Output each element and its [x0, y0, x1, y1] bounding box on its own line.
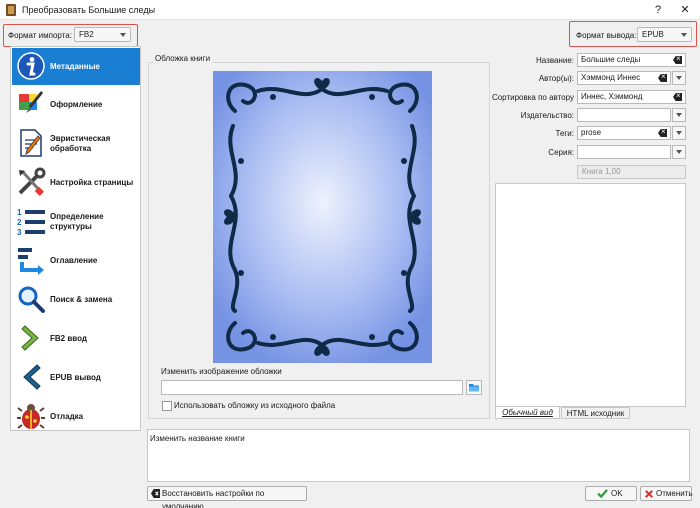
- paintbrush-icon: [19, 91, 44, 113]
- close-icon: [645, 490, 653, 498]
- import-format-value: FB2: [79, 30, 94, 39]
- series-index-value: Книга 1,00: [582, 167, 621, 176]
- chevron-down-icon: [681, 33, 687, 37]
- sidebar-item-metadata[interactable]: Метаданные: [12, 48, 140, 85]
- toc-icon: [18, 248, 44, 275]
- arrow-right-icon: [21, 325, 39, 351]
- svg-text:2: 2: [17, 218, 22, 227]
- book-cover-image[interactable]: [213, 71, 432, 363]
- sidebar-item-label: Метаданные: [50, 61, 100, 71]
- bug-icon: [17, 404, 45, 429]
- title-value: Большие следы: [581, 55, 641, 64]
- output-format-select[interactable]: EPUB: [637, 27, 692, 42]
- series-label: Серия:: [548, 148, 574, 157]
- cancel-button[interactable]: Отменить: [640, 486, 693, 501]
- author-sort-label: Сортировка по автору: [491, 93, 574, 102]
- settings-sidebar: Метаданные Оформление Эвристическая обра…: [10, 46, 141, 431]
- browse-cover-button[interactable]: [466, 380, 482, 395]
- sidebar-item-look-and-feel[interactable]: Оформление: [12, 86, 140, 123]
- sidebar-item-label: Отладка: [50, 411, 84, 421]
- sidebar-item-heuristics[interactable]: Эвристическая обработка: [12, 125, 140, 162]
- output-format-value: EPUB: [642, 30, 664, 39]
- clear-icon[interactable]: [658, 74, 667, 82]
- cover-caption: Обложка книги: [153, 54, 213, 63]
- info-icon: [17, 52, 45, 80]
- title-bar: Преобразовать Большие следы ? ✕: [0, 0, 700, 20]
- app-book-icon: [6, 4, 16, 16]
- svg-text:1: 1: [17, 208, 22, 217]
- clear-icon[interactable]: [673, 93, 682, 101]
- cover-path-input[interactable]: [161, 380, 463, 395]
- sidebar-item-search-replace[interactable]: Поиск & замена: [12, 281, 140, 318]
- clear-icon[interactable]: [658, 129, 667, 137]
- checkmark-icon: [597, 489, 608, 498]
- series-field[interactable]: [577, 145, 671, 159]
- authors-field[interactable]: Хэммонд Иннес: [577, 71, 671, 85]
- clear-icon: [151, 489, 160, 498]
- author-sort-field[interactable]: Иннес, Хэммонд: [577, 90, 686, 104]
- authors-value: Хэммонд Иннес: [581, 73, 641, 82]
- comments-editor[interactable]: [495, 183, 686, 407]
- publisher-label: Издательство:: [520, 111, 574, 120]
- cancel-label: Отменить: [656, 489, 693, 498]
- sidebar-item-label: Определение структуры: [50, 211, 104, 231]
- authors-dropdown-button[interactable]: [672, 71, 686, 85]
- authors-label: Автор(ы):: [538, 74, 574, 83]
- ok-label: OK: [611, 489, 623, 498]
- sidebar-item-epub-output[interactable]: EPUB вывод: [12, 359, 140, 396]
- publisher-field[interactable]: [577, 108, 671, 122]
- numbered-list-icon: 1 2 3: [17, 208, 45, 236]
- help-icon[interactable]: ?: [648, 2, 668, 18]
- restore-defaults-label: Восстановить настройки по умолчанию: [162, 489, 265, 508]
- sidebar-item-label: EPUB вывод: [50, 372, 101, 382]
- folder-icon: [469, 384, 479, 392]
- use-source-cover-checkbox[interactable]: [162, 401, 172, 411]
- sidebar-item-label: Оглавление: [50, 255, 98, 265]
- tags-field[interactable]: prose: [577, 126, 671, 140]
- tags-label: Теги:: [555, 129, 575, 138]
- sidebar-item-fb2-input[interactable]: FB2 ввод: [12, 320, 140, 357]
- sidebar-item-label: FB2 ввод: [50, 333, 87, 343]
- svg-text:3: 3: [17, 228, 22, 236]
- tags-value: prose: [581, 128, 602, 137]
- sidebar-item-toc[interactable]: Оглавление: [12, 242, 140, 279]
- sidebar-item-debug[interactable]: Отладка: [12, 398, 140, 435]
- restore-defaults-button[interactable]: Восстановить настройки по умолчанию: [147, 486, 307, 508]
- publisher-dropdown-button[interactable]: [672, 108, 686, 122]
- sidebar-item-label: Эвристическая обработка: [50, 133, 111, 153]
- document-pencil-icon: [20, 129, 42, 157]
- tab-normal-view-label: Обычный вид: [502, 408, 553, 417]
- tools-icon: [18, 167, 46, 196]
- use-source-cover-label: Использовать обложку из исходного файла: [174, 401, 336, 410]
- title-label: Название:: [536, 56, 574, 65]
- series-dropdown-button[interactable]: [672, 145, 686, 159]
- sidebar-item-label: Оформление: [50, 99, 103, 109]
- close-window-button[interactable]: ✕: [675, 2, 695, 18]
- sidebar-item-label: Поиск & замена: [50, 294, 113, 304]
- help-text: Изменить название книги: [150, 434, 245, 443]
- author-sort-value: Иннес, Хэммонд: [581, 92, 643, 101]
- tab-normal-view[interactable]: Обычный вид: [495, 407, 560, 419]
- title-field[interactable]: Большие следы: [577, 53, 686, 67]
- tags-dropdown-button[interactable]: [672, 126, 686, 140]
- sidebar-item-page-setup[interactable]: Настройка страницы: [12, 164, 140, 201]
- series-index-spinbox[interactable]: Книга 1,00: [577, 165, 686, 179]
- import-format-label: Формат импорта:: [8, 31, 72, 40]
- sidebar-item-structure-detection[interactable]: 1 2 3 Определение структуры: [12, 203, 140, 240]
- clear-icon[interactable]: [673, 56, 682, 64]
- output-format-label: Формат вывода:: [576, 31, 637, 40]
- tab-html-source[interactable]: HTML исходник: [561, 407, 630, 419]
- window-title: Преобразовать Большие следы: [22, 5, 156, 15]
- tab-html-source-label: HTML исходник: [566, 409, 625, 418]
- magnifier-icon: [18, 286, 45, 313]
- ok-button[interactable]: OK: [585, 486, 637, 501]
- arrow-left-icon: [23, 364, 41, 390]
- change-cover-label: Изменить изображение обложки: [161, 367, 282, 376]
- chevron-down-icon: [120, 33, 126, 37]
- import-format-select[interactable]: FB2: [74, 27, 131, 42]
- sidebar-item-label: Настройка страницы: [50, 177, 134, 187]
